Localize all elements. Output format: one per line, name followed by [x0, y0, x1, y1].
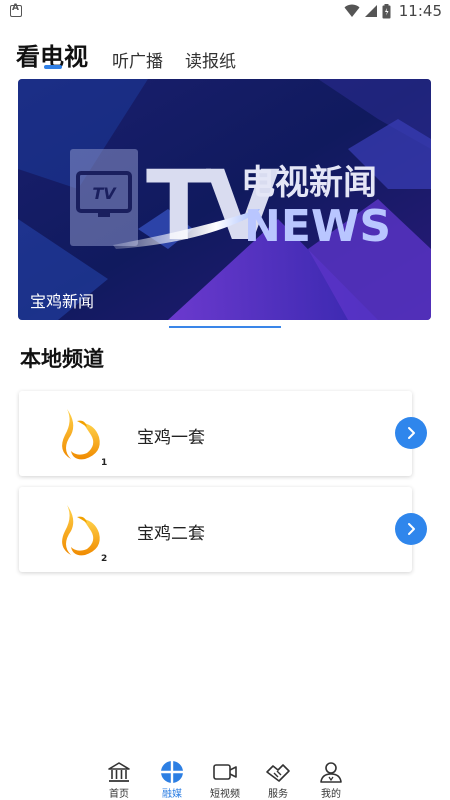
tab-listen-radio[interactable]: 听广播 [112, 47, 163, 72]
channel-2-arrow-button[interactable] [395, 513, 427, 545]
banner-caption: 宝鸡新闻 [30, 292, 95, 311]
video-icon [213, 764, 237, 780]
channel-badge-1: 1 [101, 458, 107, 467]
banner-pager-indicator [169, 326, 281, 328]
banner-headline-en: NEWS [244, 201, 391, 252]
banner-image: TV TV 电视新闻 NEWS [18, 79, 431, 320]
service-icon [266, 764, 290, 782]
channel-1-arrow-button[interactable] [395, 417, 427, 449]
channel-card-1[interactable]: 1 宝鸡一套 [19, 391, 427, 476]
news-banner[interactable]: TV TV 电视新闻 NEWS 宝鸡新闻 [18, 79, 431, 320]
nav-service[interactable]: 服务 [253, 760, 303, 800]
section-title: 本地频道 [20, 347, 104, 371]
battery-icon [382, 3, 391, 18]
media-icon [161, 761, 183, 783]
home-icon [108, 762, 130, 782]
chevron-right-icon [408, 523, 415, 535]
status-time: 11:45 [398, 2, 442, 20]
tv-logo-text: TV [92, 184, 117, 203]
nav-profile[interactable]: 我的 [306, 760, 356, 800]
active-tab-indicator [44, 65, 62, 69]
bottom-nav: 首页 融媒 短视频 服务 我的 [0, 758, 450, 800]
chevron-right-icon [408, 427, 415, 439]
nav-short-video-label: 短视频 [210, 789, 240, 800]
banner-headline-cn: 电视新闻 [241, 163, 377, 203]
channel-name-2: 宝鸡二套 [137, 524, 205, 544]
nav-service-label: 服务 [268, 789, 288, 800]
channel-name-1: 宝鸡一套 [137, 428, 205, 448]
channel-badge-2: 2 [101, 554, 107, 563]
nav-profile-label: 我的 [321, 789, 341, 800]
channel-logo-1: 1 [62, 409, 107, 467]
signal-icon [364, 5, 377, 17]
status-bar: 11:45 [0, 0, 450, 24]
channel-card-2[interactable]: 2 宝鸡二套 [19, 487, 427, 572]
wifi-icon [344, 4, 360, 17]
nav-media-label: 融媒 [162, 789, 182, 800]
notification-icon [10, 3, 22, 17]
nav-short-video[interactable]: 短视频 [200, 760, 250, 800]
nav-media[interactable]: 融媒 [147, 760, 197, 800]
nav-home[interactable]: 首页 [94, 760, 144, 800]
nav-home-label: 首页 [109, 789, 129, 800]
profile-icon [320, 762, 342, 783]
channel-logo-2: 2 [62, 505, 107, 563]
tab-read-newspaper[interactable]: 读报纸 [185, 47, 236, 72]
